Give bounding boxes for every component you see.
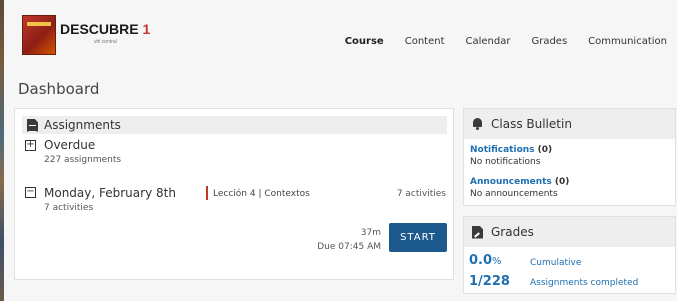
- grades-panel: Grades 0.0% Cumulative 1/228 Assignments…: [463, 216, 676, 294]
- cumulative-link[interactable]: Cumulative: [530, 258, 581, 268]
- announcements-link[interactable]: Announcements (0): [470, 177, 569, 187]
- bulletin-header: Class Bulletin: [464, 109, 675, 139]
- start-button[interactable]: START: [389, 223, 447, 252]
- day-label[interactable]: Monday, February 8th: [44, 186, 176, 200]
- course-logo[interactable]: DESCUBRE 1 vhl central: [22, 15, 172, 55]
- top-navigation: Course Content Calendar Grades Communica…: [345, 36, 667, 47]
- document-icon: [27, 118, 38, 132]
- nav-communication[interactable]: Communication: [588, 36, 667, 47]
- bulletin-title: Class Bulletin: [491, 117, 572, 131]
- grades-title: Grades: [491, 225, 534, 239]
- notifications-label: Notifications: [470, 145, 535, 155]
- completed-value: 1/228: [469, 274, 510, 289]
- assignments-completed-link[interactable]: Assignments completed: [530, 278, 638, 288]
- nav-calendar[interactable]: Calendar: [466, 36, 511, 47]
- collapse-day-button[interactable]: −: [25, 187, 36, 198]
- due-time-text: Due 07:45 AM: [317, 242, 381, 252]
- duration-text: 37m: [360, 228, 381, 238]
- assignments-header: Assignments: [22, 116, 447, 134]
- overdue-label[interactable]: Overdue: [44, 138, 95, 152]
- brand-subtitle: vhl central: [94, 39, 117, 45]
- nav-course[interactable]: Course: [345, 36, 384, 47]
- lesson-marker: [206, 186, 208, 200]
- nav-content[interactable]: Content: [405, 36, 445, 47]
- notifications-link[interactable]: Notifications (0): [470, 145, 552, 155]
- bell-icon: [472, 118, 483, 130]
- lesson-title[interactable]: Lección 4 | Contextos: [213, 189, 310, 199]
- cumulative-number: 0.0: [469, 253, 493, 268]
- left-edge-strip: [0, 0, 4, 301]
- cumulative-value: 0.0%: [469, 253, 502, 268]
- page-title: Dashboard: [18, 80, 100, 98]
- grades-header: Grades: [464, 217, 675, 247]
- nav-grades[interactable]: Grades: [531, 36, 567, 47]
- notifications-empty: No notifications: [470, 157, 541, 167]
- brand-title: DESCUBRE 1: [60, 21, 150, 37]
- overdue-count: 227 assignments: [44, 155, 122, 165]
- notifications-count: (0): [537, 145, 553, 155]
- assignments-title: Assignments: [44, 118, 121, 132]
- book-cover-icon: [22, 15, 56, 55]
- assignment-timing: 37m Due 07:45 AM: [317, 226, 381, 254]
- brand-title-text: DESCUBRE: [60, 21, 139, 37]
- announcements-label: Announcements: [470, 177, 552, 187]
- brand-number: 1: [142, 21, 151, 37]
- cumulative-unit: %: [492, 256, 502, 267]
- lesson-activity-count: 7 activities: [396, 189, 446, 199]
- announcements-count: (0): [554, 177, 570, 187]
- announcements-empty: No announcements: [470, 189, 558, 199]
- assignments-panel: Assignments + Overdue 227 assignments − …: [14, 108, 454, 280]
- grade-report-icon: [472, 225, 483, 239]
- expand-overdue-button[interactable]: +: [25, 140, 36, 151]
- day-activity-count: 7 activities: [44, 203, 94, 213]
- class-bulletin-panel: Class Bulletin Notifications (0) No noti…: [463, 108, 676, 206]
